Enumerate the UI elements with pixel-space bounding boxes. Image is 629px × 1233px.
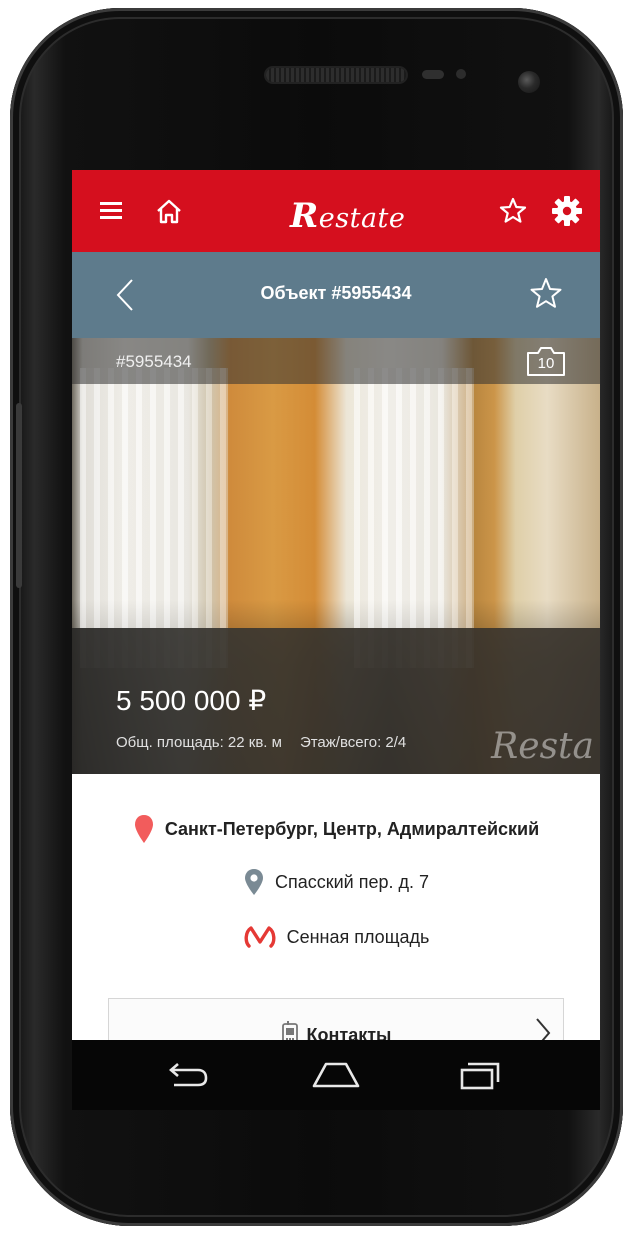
address-text: Спасский пер. д. 7 [274,871,430,892]
object-id-label: #5955434 [116,352,192,371]
property-details: Общ. площадь: 22 кв. м Этаж/всего: 2/4 [116,734,406,751]
region-text: Санкт-Петербург, Центр, Адмиралтейский [164,818,540,839]
window-curtain [80,368,228,668]
front-camera [518,71,540,93]
app-bar: Restate [72,170,600,252]
window-curtain [354,368,474,668]
light-sensor [456,69,466,79]
phone-frame: Restate Объект #5955434 #5955434 10 5 50… [10,8,623,1226]
star-outline-icon[interactable] [526,274,566,316]
app-screen: Restate Объект #5955434 #5955434 10 5 50… [72,170,600,1110]
menu-icon[interactable] [96,194,130,228]
watermark: Resta [491,726,594,767]
map-pin-icon [134,815,153,843]
map-pin-outline-icon [244,869,263,895]
app-logo: Restate [290,196,406,236]
proximity-sensor [422,70,444,79]
photo-count-button[interactable]: 10 [524,344,568,378]
address-line: Спасский пер. д. 7 [72,868,600,896]
system-nav-bar [72,1040,600,1110]
volume-button [16,403,22,588]
metro-line: Сенная площадь [72,924,600,950]
home-icon[interactable] [152,194,186,228]
gear-icon[interactable] [550,194,584,228]
object-header-bar: Объект #5955434 [72,252,600,338]
metro-text: Сенная площадь [286,926,430,947]
recents-icon[interactable] [452,1054,512,1096]
favorites-icon[interactable] [496,194,530,228]
metro-icon [244,926,276,948]
price: 5 500 000 ₽ [116,685,267,716]
property-photo[interactable]: #5955434 10 5 500 000 ₽ Общ. площадь: 22… [72,338,600,774]
area-label: Общ. площадь: 22 кв. м [116,734,282,751]
back-arrow-icon[interactable] [158,1054,218,1096]
earpiece-speaker [266,68,406,82]
region-line: Санкт-Петербург, Центр, Адмиралтейский [72,814,600,844]
page-title: Объект #5955434 [260,283,412,303]
photo-count: 10 [537,355,555,372]
home-outline-icon[interactable] [306,1054,366,1096]
floor-label: Этаж/всего: 2/4 [299,734,407,751]
